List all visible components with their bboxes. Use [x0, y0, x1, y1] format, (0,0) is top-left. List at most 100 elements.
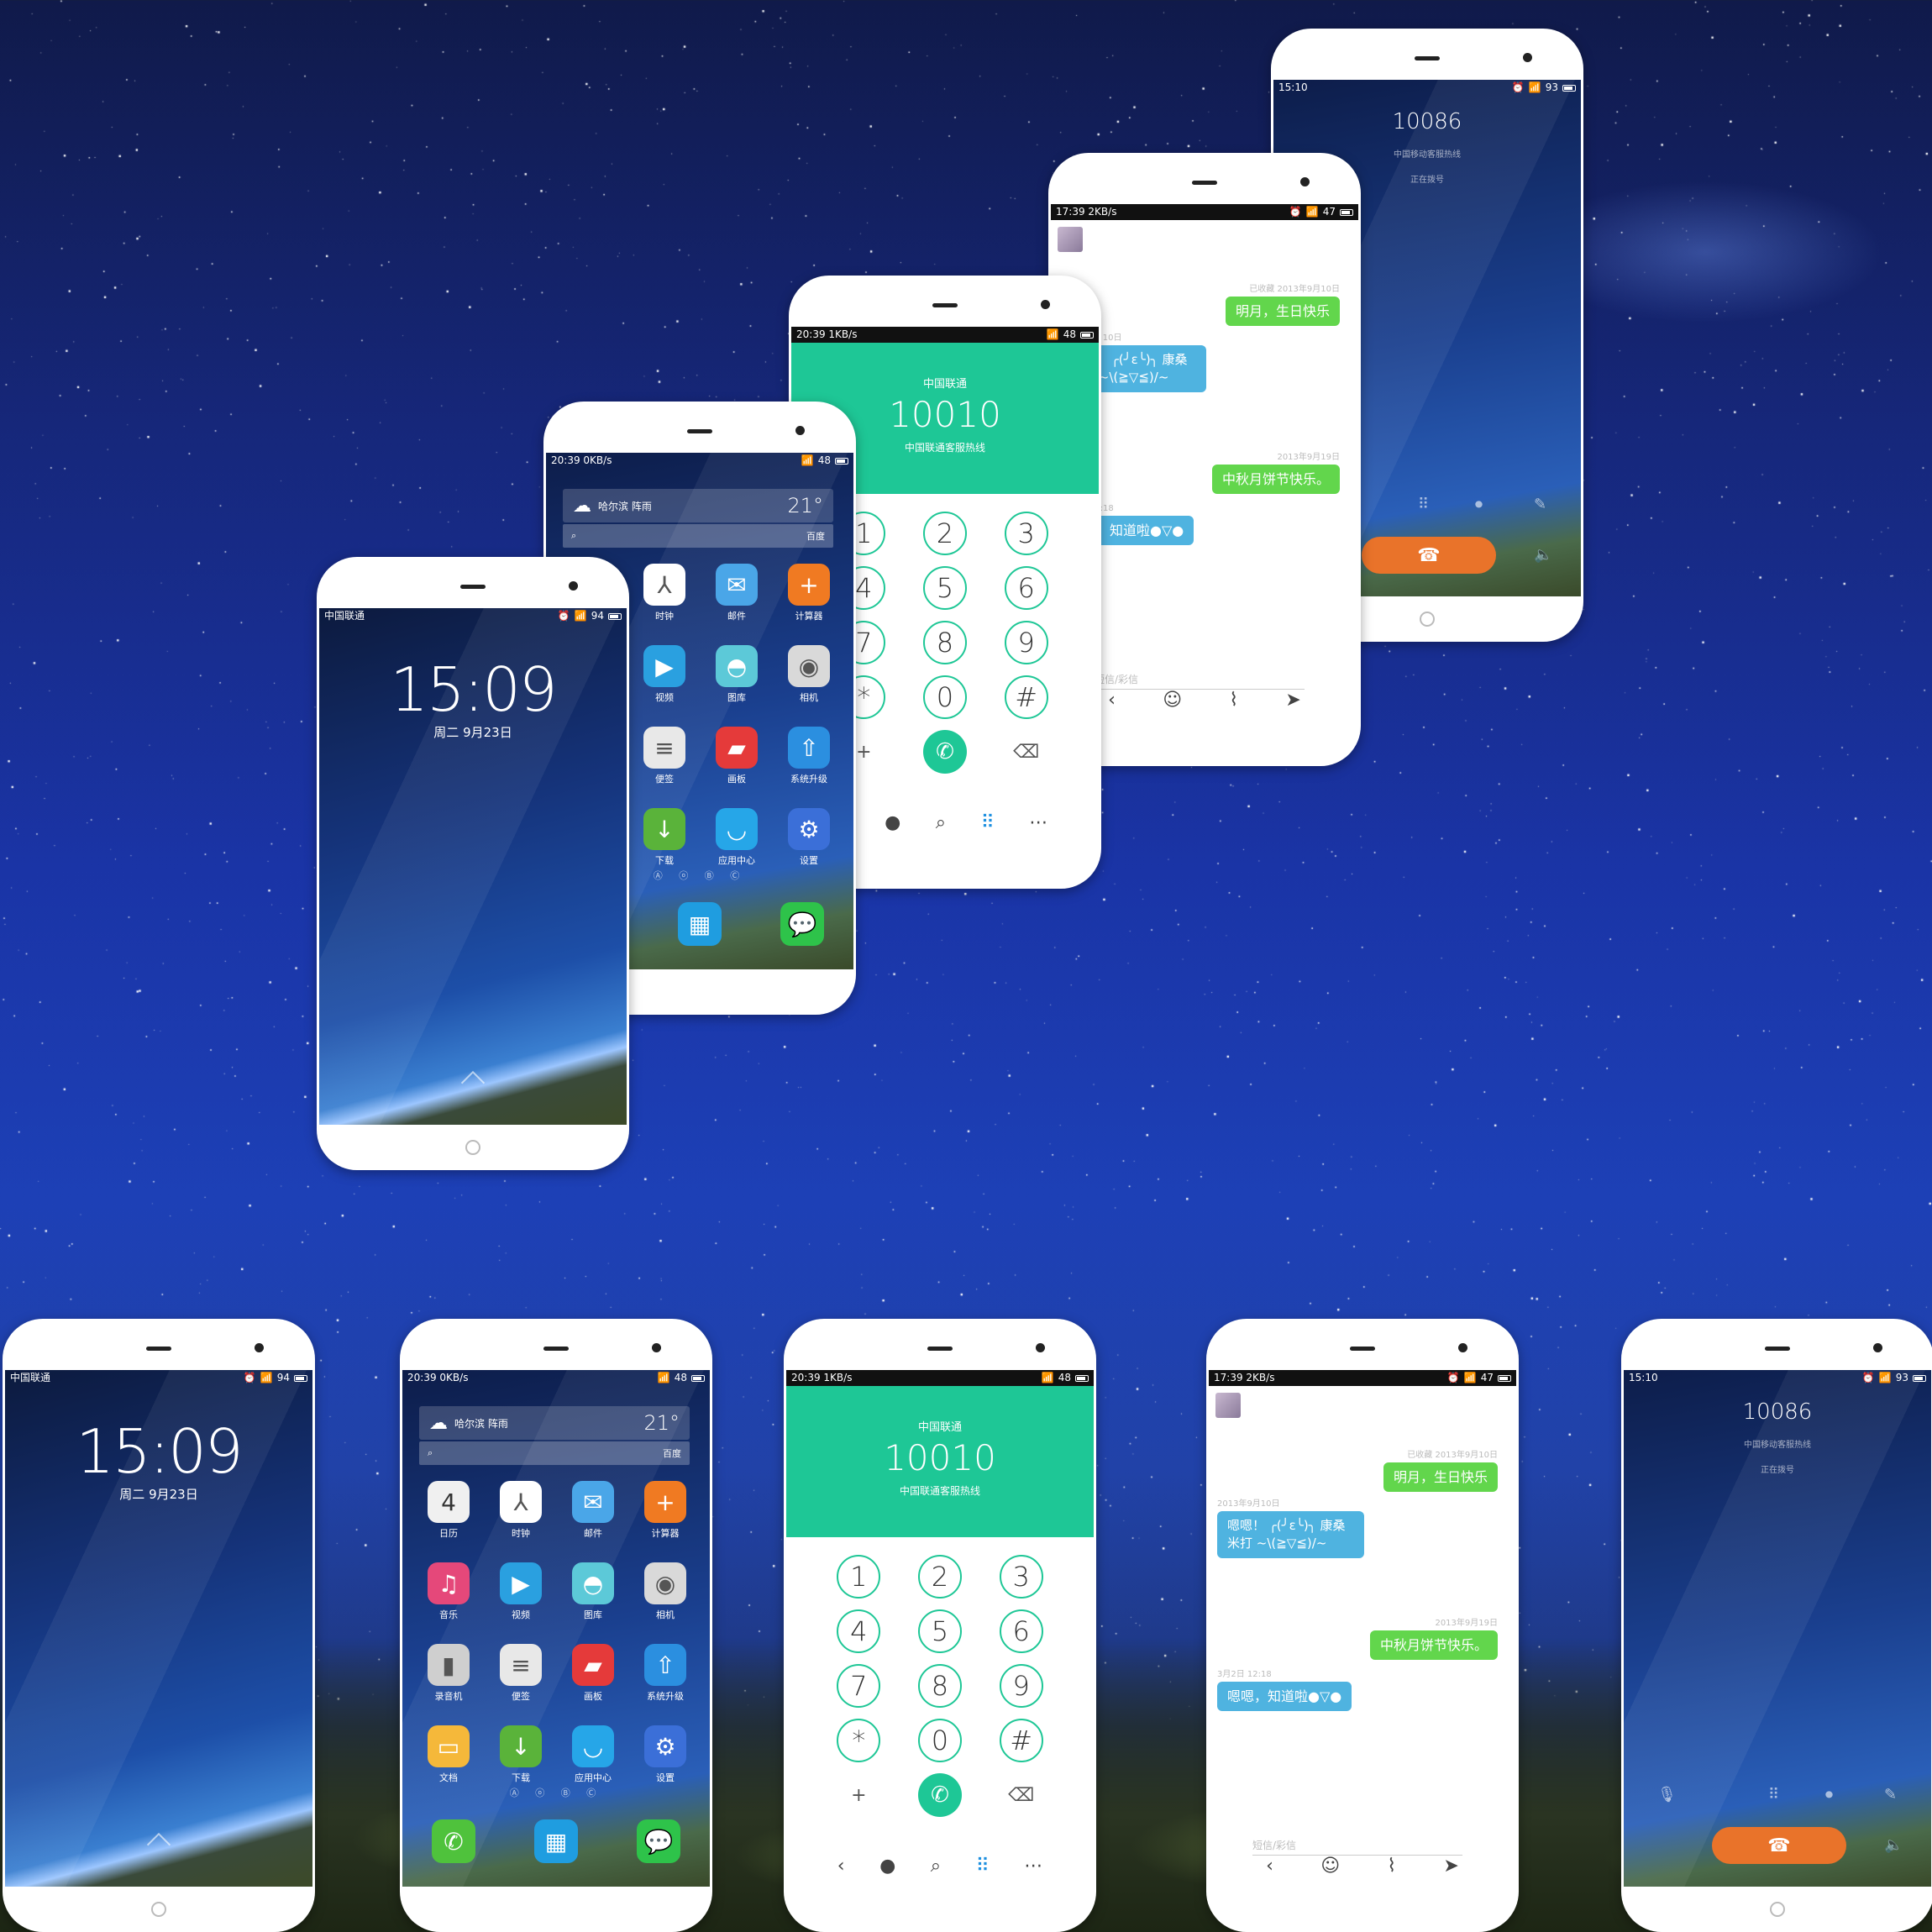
dial-key[interactable]: 5	[917, 1609, 962, 1653]
call-button[interactable]: ✆	[922, 730, 967, 774]
signal-icon: 📶	[1878, 1372, 1892, 1383]
app-mail[interactable]: ✉ 邮件	[701, 564, 773, 622]
dial-key[interactable]: *	[837, 1719, 881, 1762]
dial-key[interactable]: #	[999, 1719, 1043, 1762]
app-label: 计算器	[651, 1528, 680, 1539]
home-button[interactable]	[465, 1140, 480, 1155]
phone-dialer: 20:39 1KB/s 📶 48 中国联通 10010 中国联通客服热线 123 456…	[784, 1319, 1096, 1932]
dial-key[interactable]: 2	[922, 512, 967, 555]
app-settings[interactable]: ⚙ 设置	[773, 808, 845, 867]
app-app-center[interactable]: ◡ 应用中心	[701, 808, 773, 867]
app-paint[interactable]: ▰ 画板	[557, 1644, 629, 1703]
app-label: 便签	[512, 1691, 530, 1702]
keypad-icon[interactable]: ⠿	[1768, 1786, 1779, 1803]
message-bubble[interactable]: 嗯嗯，知道啦●▽●	[1217, 1682, 1352, 1711]
app-download[interactable]: ↓ 下载	[485, 1725, 557, 1784]
home-button[interactable]	[151, 1902, 166, 1917]
message-bubble[interactable]: 嗯嗯！ ╭(╯ε╰)╮ 康桑米打 ~\(≧▽≦)/~	[1217, 1511, 1364, 1558]
app-camera[interactable]: ◉ 相机	[629, 1562, 701, 1621]
hangup-button[interactable]: ☎	[1362, 537, 1496, 574]
phone-lockscreen: 中国联通 ⏰ 📶 94 15:09 周二 9月23日	[3, 1319, 315, 1932]
backspace-icon[interactable]: ⌫	[1000, 1773, 1043, 1817]
home-button[interactable]	[1420, 612, 1435, 627]
search-bar[interactable]: ⌕ 百度	[419, 1441, 690, 1465]
home-button[interactable]	[1770, 1902, 1785, 1917]
dial-key[interactable]: 4	[837, 1609, 881, 1653]
record-icon[interactable]: ⏺	[1825, 1786, 1833, 1803]
app-gallery[interactable]: ◓ 图库	[701, 645, 773, 704]
avatar[interactable]	[1215, 1393, 1241, 1418]
note-icon[interactable]: ✎	[1534, 496, 1546, 513]
add-contact-icon[interactable]: +	[837, 1773, 880, 1817]
alarm-icon: ⏰	[1861, 1372, 1875, 1383]
record-icon[interactable]: ⏺	[1475, 496, 1483, 513]
app-recorder[interactable]: ▮ 录音机	[412, 1644, 485, 1703]
dial-key[interactable]: 9	[1004, 621, 1048, 664]
dock-chat-icon[interactable]: 💬	[637, 1819, 680, 1863]
dial-key[interactable]: 9	[999, 1664, 1043, 1708]
weather-widget[interactable]: ☁ 哈尔滨 阵雨 21°	[419, 1406, 690, 1440]
battery-icon	[294, 1374, 307, 1382]
app-video[interactable]: ▶ 视频	[485, 1562, 557, 1621]
app-upgrade[interactable]: ⇧ 系统升级	[773, 727, 845, 785]
app-app-center[interactable]: ◡ 应用中心	[557, 1725, 629, 1784]
gallery-icon: ◓	[572, 1562, 614, 1604]
dial-key[interactable]: 0	[917, 1719, 962, 1762]
dial-key[interactable]: 7	[837, 1664, 881, 1708]
app-paint[interactable]: ▰ 画板	[701, 727, 773, 785]
upgrade-icon: ⇧	[788, 727, 830, 769]
app-calendar[interactable]: 4 日历	[412, 1481, 485, 1540]
keypad-icon[interactable]: ⠿	[1418, 496, 1429, 513]
phone-messages: 17:39 2KB/s ⏰ 📶 47 已收藏 2013年9月10日 明月，生日快乐 2…	[1206, 1319, 1519, 1932]
page-indicator[interactable]: Ⓐ ⓞ Ⓑ Ⓒ	[402, 1786, 710, 1799]
message-bubble[interactable]: 明月，生日快乐	[1225, 297, 1340, 326]
app-clock[interactable]: ⅄ 时钟	[628, 564, 701, 622]
app-calculator[interactable]: + 计算器	[773, 564, 845, 622]
message-bubble[interactable]: 明月，生日快乐	[1383, 1462, 1498, 1492]
dial-key[interactable]: 5	[922, 566, 967, 610]
dock-store-icon[interactable]: ▦	[534, 1819, 578, 1863]
dial-key[interactable]: 3	[1004, 512, 1048, 555]
app-gallery[interactable]: ◓ 图库	[557, 1562, 629, 1621]
app-download[interactable]: ↓ 下载	[628, 808, 701, 867]
avatar[interactable]	[1058, 227, 1083, 252]
speaker-icon[interactable]: 🔈	[1534, 546, 1552, 564]
app-music[interactable]: ♫ 音乐	[412, 1562, 485, 1621]
dial-key[interactable]: 3	[999, 1555, 1043, 1599]
message-bubble[interactable]: 中秋月饼节快乐。	[1369, 1630, 1498, 1660]
app-upgrade[interactable]: ⇧ 系统升级	[629, 1644, 701, 1703]
hangup-button[interactable]: ☎	[1712, 1827, 1846, 1864]
download-icon: ↓	[643, 808, 685, 850]
app-camera[interactable]: ◉ 相机	[773, 645, 845, 704]
app-settings[interactable]: ⚙ 设置	[629, 1725, 701, 1784]
app-clock[interactable]: ⅄ 时钟	[485, 1481, 557, 1540]
app-documents[interactable]: ▭ 文档	[412, 1725, 485, 1784]
mute-icon[interactable]: 🎙	[1657, 1786, 1677, 1803]
dock-store-icon[interactable]: ▦	[678, 902, 722, 946]
dial-key[interactable]: #	[1004, 675, 1048, 719]
dial-key[interactable]: 2	[917, 1555, 962, 1599]
weather-widget[interactable]: ☁ 哈尔滨 阵雨 21°	[563, 489, 833, 522]
dial-key[interactable]: 6	[999, 1609, 1043, 1653]
dock-phone-icon[interactable]: ✆	[432, 1819, 475, 1863]
app-notes[interactable]: ≡ 便签	[485, 1644, 557, 1703]
dial-key[interactable]: 0	[922, 675, 967, 719]
search-bar[interactable]: ⌕ 百度	[563, 524, 833, 548]
dock-chat-icon[interactable]: 💬	[780, 902, 824, 946]
note-icon[interactable]: ✎	[1884, 1786, 1897, 1803]
dial-key[interactable]: 6	[1004, 566, 1048, 610]
dial-key[interactable]: 8	[922, 621, 967, 664]
alarm-icon: ⏰	[557, 610, 570, 622]
speaker-icon[interactable]: 🔈	[1884, 1836, 1903, 1854]
app-label: 系统升级	[647, 1691, 684, 1702]
app-mail[interactable]: ✉ 邮件	[557, 1481, 629, 1540]
message-bubble[interactable]: 中秋月饼节快乐。	[1211, 465, 1340, 494]
app-label: 日历	[439, 1528, 458, 1539]
backspace-icon[interactable]: ⌫	[1005, 730, 1048, 774]
call-button[interactable]: ✆	[917, 1773, 962, 1817]
app-calculator[interactable]: + 计算器	[629, 1481, 701, 1540]
app-video[interactable]: ▶ 视频	[628, 645, 701, 704]
dial-key[interactable]: 8	[917, 1664, 962, 1708]
dial-key[interactable]: 1	[837, 1555, 881, 1599]
app-notes[interactable]: ≡ 便签	[628, 727, 701, 785]
